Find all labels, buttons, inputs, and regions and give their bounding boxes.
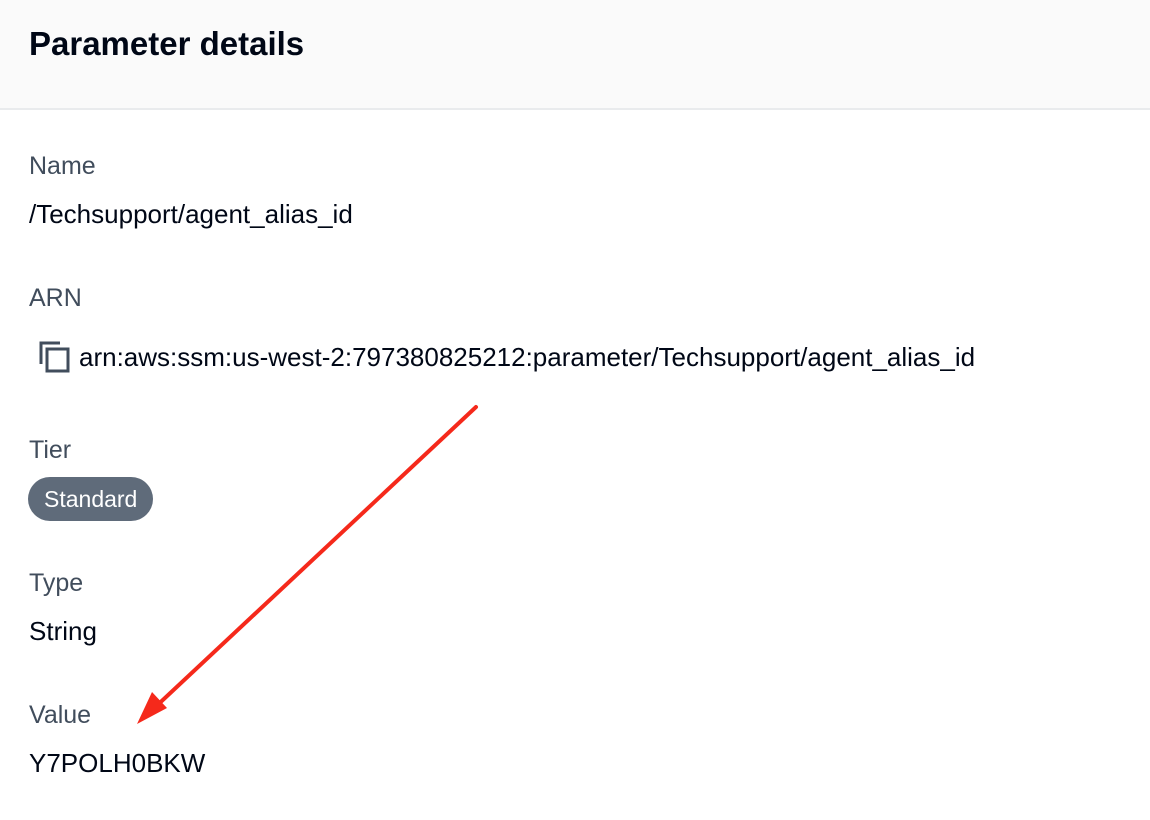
tier-label: Tier: [29, 436, 72, 464]
parameter-details-panel: Parameter details Name /Techsupport/agen…: [0, 0, 1150, 820]
arrow-annotation: [137, 405, 478, 724]
type-label: Type: [29, 569, 84, 597]
copy-icon[interactable]: [37, 340, 71, 374]
value-label: Value: [29, 701, 92, 729]
type-value: String: [29, 616, 97, 646]
arn-label: ARN: [29, 284, 82, 312]
arn-value: arn:aws:ssm:us-west-2:797380825212:param…: [79, 342, 976, 372]
arn-row: arn:aws:ssm:us-west-2:797380825212:param…: [37, 340, 975, 374]
tier-badge: Standard: [28, 477, 154, 521]
page-title: Parameter details: [29, 25, 305, 62]
value-value: Y7POLH0BKW: [29, 748, 206, 778]
name-label: Name: [29, 152, 96, 180]
panel-header: Parameter details: [0, 0, 1150, 110]
name-value: /Techsupport/agent_alias_id: [29, 199, 353, 229]
